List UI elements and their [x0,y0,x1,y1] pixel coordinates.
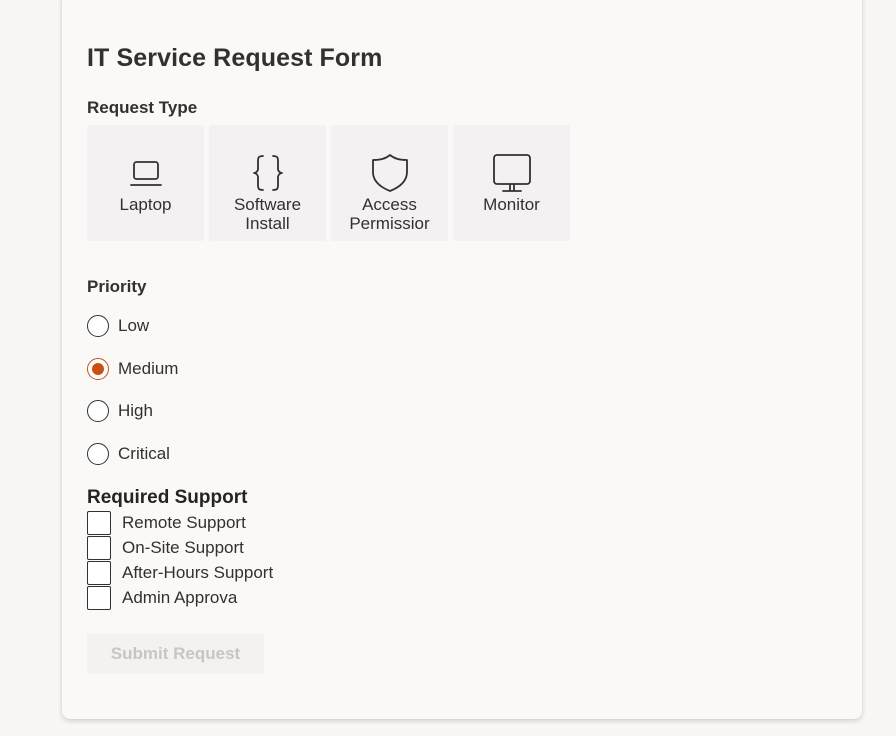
tile-access-permission[interactable]: Access Permissior [331,125,448,241]
request-type-tiles: Laptop Software Install Access Permissio… [87,125,837,241]
tile-software-install-label: Software Install [233,195,302,233]
tile-monitor[interactable]: Monitor [453,125,570,241]
radio-selected-dot [92,362,104,375]
support-option-label: After-Hours Support [122,562,274,582]
priority-option-critical[interactable]: Critical [87,433,837,476]
radio-low[interactable] [87,315,109,338]
support-checkbox-group: Remote Support On-Site Support After-Hou… [87,510,837,610]
support-option-label: On-Site Support [122,537,244,557]
tile-access-permission-label: Access Permissior [349,195,430,233]
request-type-label: Request Type [87,98,198,117]
shield-icon [369,152,411,194]
priority-option-label: Medium [118,358,179,378]
support-option-admin-approval[interactable]: Admin Approva [87,585,837,610]
monitor-icon [491,152,533,194]
radio-high[interactable] [87,400,109,423]
priority-option-medium[interactable]: Medium [87,348,837,391]
tile-laptop[interactable]: Laptop [87,125,204,241]
tile-laptop-label: Laptop [119,195,172,214]
priority-label: Priority [87,277,147,296]
priority-option-low[interactable]: Low [87,305,837,348]
request-form-card: IT Service Request Form Request Type Lap… [62,0,862,719]
support-option-onsite[interactable]: On-Site Support [87,535,837,560]
laptop-icon [125,152,167,194]
support-option-label: Admin Approva [122,587,238,607]
tile-software-install[interactable]: Software Install [209,125,326,241]
priority-radio-group: Low Medium High Critical [87,305,837,475]
support-option-label: Remote Support [122,512,246,532]
radio-medium[interactable] [87,357,109,380]
submit-request-button[interactable]: Submit Request [87,634,264,674]
priority-option-label: High [118,401,153,421]
required-support-label: Required Support [87,487,248,508]
tile-monitor-label: Monitor [483,195,540,214]
priority-option-label: Critical [118,443,170,463]
priority-option-high[interactable]: High [87,390,837,433]
support-option-after-hours[interactable]: After-Hours Support [87,560,837,585]
code-braces-icon [247,152,289,194]
support-option-remote[interactable]: Remote Support [87,510,837,535]
priority-option-label: Low [118,316,150,336]
form-title: IT Service Request Form [87,44,383,72]
checkbox-remote-support[interactable] [87,510,111,535]
checkbox-onsite-support[interactable] [87,535,111,560]
radio-critical[interactable] [87,442,109,465]
checkbox-admin-approval[interactable] [87,585,111,610]
checkbox-after-hours-support[interactable] [87,560,111,585]
